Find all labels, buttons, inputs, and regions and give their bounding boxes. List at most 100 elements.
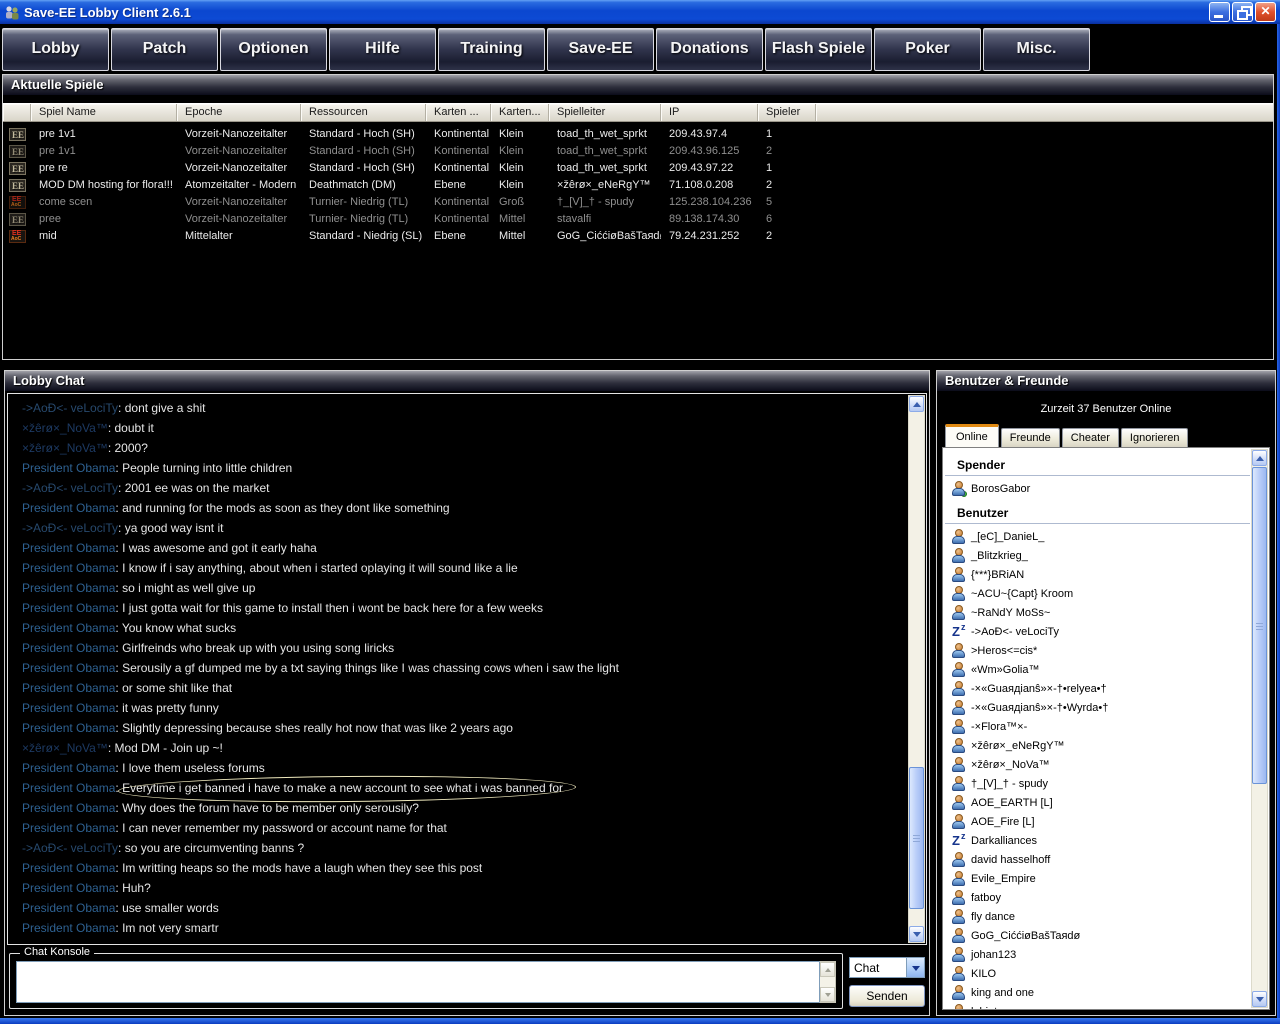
games-column-header[interactable]: Ressourcen [301, 104, 426, 121]
user-list-item[interactable]: fatboy [945, 888, 1250, 907]
user-list-item[interactable]: ->AoÐ<- veLociTy [945, 622, 1250, 641]
game-ip: 71.108.0.208 [661, 177, 758, 194]
user-list-item[interactable]: «Wm»Golia™ [945, 660, 1250, 679]
user-list-item[interactable]: david hasselhoff [945, 850, 1250, 869]
scroll-down-icon[interactable] [820, 987, 835, 1002]
user-tab[interactable]: Freunde [1001, 428, 1060, 447]
chat-message: President Obama: Why does the forum have… [22, 798, 900, 818]
game-row[interactable]: come scen Vorzeit-Nanozeitalter Turnier-… [3, 194, 1273, 211]
user-list-item[interactable]: GoG_CiććiøBašTaяdø [945, 926, 1250, 945]
scroll-down-icon[interactable] [909, 926, 924, 942]
send-button[interactable]: Senden [849, 985, 925, 1007]
user-list-item[interactable]: ×žêrø×_NoVa™ [945, 755, 1250, 774]
nav-tab[interactable]: Donations [656, 28, 763, 71]
game-name: mid [31, 228, 177, 245]
user-list-item[interactable]: AOE_EARTH [L] [945, 793, 1250, 812]
games-column-header[interactable]: Epoche [177, 104, 301, 121]
game-map-size: Klein [491, 143, 549, 160]
nav-tab-label: Flash Spiele [772, 40, 865, 58]
chat-text: 2001 ee was on the market [125, 481, 270, 495]
nav-tab[interactable]: Misc. [983, 28, 1090, 71]
user-name: -×«Guaядianŝ»×-†•relyea•† [971, 683, 1107, 695]
game-epoch: Atomzeitalter - Modern [177, 177, 301, 194]
user-list-item[interactable]: ×žêrø×_eNeRgY™ [945, 736, 1250, 755]
user-list-item[interactable]: AOE_Fire [L] [945, 812, 1250, 831]
chat-message: President Obama: Im not very smartr [22, 918, 900, 938]
user-tab[interactable]: Cheater [1062, 428, 1119, 447]
game-row[interactable]: pre re Vorzeit-Nanozeitalter Standard - … [3, 160, 1273, 177]
chat-console-label: Chat Konsole [20, 946, 94, 958]
user-list-item[interactable]: Benutzer [945, 498, 1250, 524]
scroll-down-icon[interactable] [1252, 991, 1267, 1007]
user-name: †_[V]_† - spudy [971, 778, 1048, 790]
user-list-item[interactable]: fly dance [945, 907, 1250, 926]
game-row[interactable]: MOD DM hosting for flora!!! Atomzeitalte… [3, 177, 1273, 194]
user-list-item[interactable]: _[eC]_DanieL_ [945, 527, 1250, 546]
scroll-up-icon[interactable] [1252, 450, 1267, 466]
game-row[interactable]: pre 1v1 Vorzeit-Nanozeitalter Standard -… [3, 126, 1273, 143]
nav-tab[interactable]: Hilfe [329, 28, 436, 71]
chat-text: ya good way isnt it [125, 521, 224, 535]
user-list-item[interactable]: BorosGabor [945, 479, 1250, 498]
chat-input[interactable] [16, 961, 819, 1003]
user-scroll-thumb[interactable] [1252, 467, 1267, 784]
games-column-header[interactable]: Spieler [758, 104, 816, 121]
games-column-header[interactable]: IP [661, 104, 758, 121]
dropdown-arrow-icon[interactable] [906, 958, 924, 977]
game-row[interactable]: pree Vorzeit-Nanozeitalter Turnier- Nied… [3, 211, 1273, 228]
nav-tab[interactable]: Patch [111, 28, 218, 71]
scroll-up-icon[interactable] [909, 396, 924, 412]
buddy-icon [951, 548, 966, 563]
user-list-item[interactable]: Darkalliances [945, 831, 1250, 850]
user-tab[interactable]: Online [945, 424, 999, 447]
restore-button[interactable] [1232, 2, 1253, 22]
user-list-item[interactable]: labiata [945, 1002, 1250, 1009]
minimize-button[interactable] [1209, 2, 1230, 22]
games-column-header[interactable]: Spielleiter [549, 104, 661, 121]
nav-tab[interactable]: Lobby [2, 28, 109, 71]
nav-tab[interactable]: Save-EE [547, 28, 654, 71]
user-list-item[interactable]: †_[V]_† - spudy [945, 774, 1250, 793]
nav-tab-label: Poker [905, 40, 949, 58]
scroll-up-icon[interactable] [820, 962, 835, 977]
user-list-item[interactable]: Evile_Empire [945, 869, 1250, 888]
chat-text: I know if i say anything, about when i s… [122, 561, 518, 575]
games-column-header[interactable]: Karten... [491, 104, 549, 121]
games-table-header: Spiel NameEpocheRessourcenKarten ...Kart… [3, 103, 1273, 122]
chat-scroll-thumb[interactable] [909, 767, 924, 909]
games-column-header[interactable]: Spiel Name [31, 104, 177, 121]
nav-tab[interactable]: Training [438, 28, 545, 71]
user-list-item[interactable]: >Heros<=cis* [945, 641, 1250, 660]
chat-username: President Obama [22, 901, 115, 915]
game-row[interactable]: pre 1v1 Vorzeit-Nanozeitalter Standard -… [3, 143, 1273, 160]
user-list-item[interactable]: king and one [945, 983, 1250, 1002]
user-list-item[interactable]: KILO [945, 964, 1250, 983]
user-list-item[interactable]: ~RaNdY MoSs~ [945, 603, 1250, 622]
chat-text: Slightly depressing because shes really … [122, 721, 513, 735]
user-list-item[interactable]: _Blitzkrieg_ [945, 546, 1250, 565]
nav-tab[interactable]: Flash Spiele [765, 28, 872, 71]
user-list-item[interactable]: -×Flora™×- [945, 717, 1250, 736]
user-list-item[interactable]: Spender [945, 450, 1250, 476]
chat-text: Huh? [122, 881, 151, 895]
window-border-bottom [0, 1018, 1280, 1024]
user-list-item[interactable]: {***}BRiAN [945, 565, 1250, 584]
chat-console: Chat Konsole Chat Senden [7, 947, 925, 1013]
games-column-header[interactable]: Karten ... [426, 104, 491, 121]
chat-scrollbar[interactable] [908, 395, 925, 943]
nav-tab[interactable]: Poker [874, 28, 981, 71]
user-list-item[interactable]: -×«Guaядianŝ»×-†•relyea•† [945, 679, 1250, 698]
user-list-item[interactable]: -×«Guaядianŝ»×-†•Wyrda•† [945, 698, 1250, 717]
channel-select[interactable]: Chat [849, 957, 925, 978]
nav-tab[interactable]: Optionen [220, 28, 327, 71]
nav-tab-label: Optionen [238, 40, 308, 58]
user-list-item[interactable]: johan123 [945, 945, 1250, 964]
user-list-scrollbar[interactable] [1251, 449, 1268, 1008]
chat-input-scrollbar[interactable] [819, 961, 836, 1003]
user-tab[interactable]: Ignorieren [1121, 428, 1189, 447]
chat-text: Mod DM - Join up ~! [115, 741, 223, 755]
user-list-item[interactable]: ~ACU~{Capt} Kroom [945, 584, 1250, 603]
close-button[interactable] [1255, 2, 1276, 22]
game-row[interactable]: mid Mittelalter Standard - Niedrig (SL) … [3, 228, 1273, 245]
game-type-icon [9, 145, 26, 158]
